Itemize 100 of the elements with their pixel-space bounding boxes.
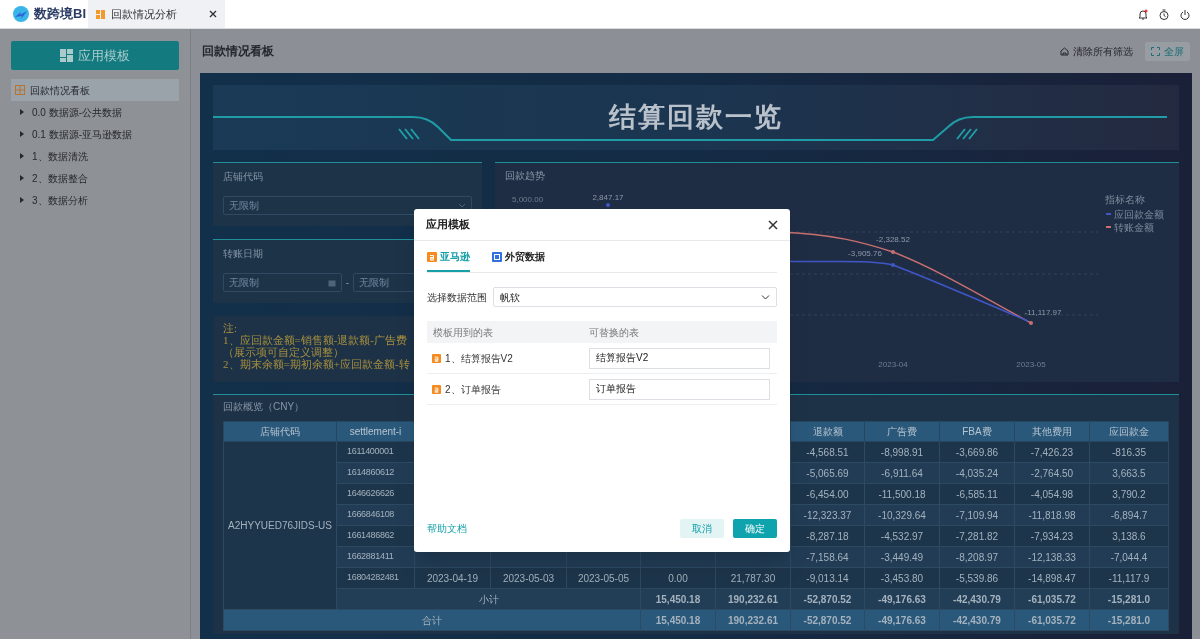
table-cell: -61,035.72 — [1014, 588, 1090, 610]
chevron-down-icon — [761, 294, 770, 300]
timer-icon[interactable] — [1159, 8, 1169, 20]
tree-item[interactable]: 0.1 数据源-亚马逊数据 — [11, 123, 179, 145]
dialog-title: 应用模板 — [426, 217, 470, 233]
filter-title: 转账日期 — [223, 247, 263, 261]
column-header: 店铺代码 — [223, 421, 337, 442]
range-separator: - — [345, 276, 350, 290]
table-cell: 15,450.18 — [640, 609, 716, 631]
table-cell: -7,158.64 — [790, 546, 865, 568]
clear-filters-button[interactable]: 清除所有筛选 — [1060, 41, 1133, 61]
table-cell: -6,911.64 — [864, 462, 940, 484]
table-cell: 2023-05-03 — [490, 567, 567, 589]
table-cell: -52,870.52 — [790, 609, 865, 631]
fullscreen-icon — [1151, 46, 1160, 56]
table-cell: -3,453.80 — [864, 567, 940, 589]
table-cell: -12,138.33 — [1014, 546, 1090, 568]
table-cell: -52,870.52 — [790, 588, 865, 610]
table-cell: 21,787.30 — [715, 567, 791, 589]
close-icon[interactable] — [209, 10, 217, 18]
page-title: 回款情况看板 — [202, 43, 274, 60]
table-cell: -61,035.72 — [1014, 609, 1090, 631]
chevron-down-icon — [458, 203, 466, 208]
table-input-field[interactable]: 结算报告V2 — [589, 347, 770, 369]
table-cell: 小计 — [336, 588, 641, 610]
column-header: FBA费 — [939, 421, 1015, 442]
table-cell: 3,790.2 — [1089, 483, 1169, 505]
table-cell: 190,232.61 — [715, 588, 791, 610]
table-cell: 2023-04-19 — [414, 567, 491, 589]
column-header: 广告费 — [864, 421, 940, 442]
power-icon[interactable] — [1180, 8, 1190, 20]
table-cell: -49,176.63 — [864, 588, 940, 610]
amazon-icon — [432, 384, 441, 394]
table-cell: -816.35 — [1089, 441, 1169, 463]
data-label: 2,847.17 — [592, 193, 624, 202]
table-cell: 3,138.6 — [1089, 525, 1169, 547]
table-cell: 15,450.18 — [640, 588, 716, 610]
close-icon[interactable] — [768, 219, 778, 230]
table-cell: -15,281.0 — [1089, 609, 1169, 631]
table-cell: 190,232.61 — [715, 609, 791, 631]
data-point — [1029, 321, 1033, 325]
table-cell: -7,934.23 — [1014, 525, 1090, 547]
table-cell: -2,764.50 — [1014, 462, 1090, 484]
chart-title: 回款趋势 — [505, 169, 545, 183]
table-cell: 3,663.5 — [1089, 462, 1169, 484]
confirm-button[interactable]: 确定 — [733, 518, 777, 538]
table-cell: -6,894.7 — [1089, 504, 1169, 526]
help-link[interactable]: 帮助文档 — [427, 520, 467, 536]
data-point — [891, 250, 895, 254]
table-name: 2、订单报告 — [445, 382, 501, 397]
axis-label: 2023-05 — [1016, 360, 1046, 369]
trade-icon — [492, 251, 502, 262]
tree-item[interactable]: 回款情况看板 — [11, 79, 179, 101]
table-cell: -8,998.91 — [864, 441, 940, 463]
logo-text: 数跨境BI — [34, 5, 86, 24]
dashboard-icon — [15, 85, 25, 95]
tree-item[interactable]: 0.0 数据源-公共数据 — [11, 101, 179, 123]
apply-template-button[interactable]: 应用模板 — [11, 41, 179, 70]
table-cell: -8,208.97 — [939, 546, 1015, 568]
logo-icon — [12, 5, 30, 23]
table-cell: -3,669.86 — [939, 441, 1015, 463]
table-cell: 合计 — [223, 609, 641, 631]
cancel-button[interactable]: 取消 — [680, 518, 724, 538]
calendar-icon — [327, 278, 336, 287]
column-header: 其他费用 — [1014, 421, 1090, 442]
table-cell: A2HYYUED76JIDS-US — [223, 441, 337, 610]
bell-icon[interactable] — [1138, 8, 1148, 20]
template-icon — [60, 49, 73, 62]
tree-item[interactable]: 3、数据分析 — [11, 189, 179, 211]
column-header: 可替换的表 — [589, 325, 639, 340]
table-cell: -42,430.79 — [939, 609, 1015, 631]
legend-label: 转账金额 — [1114, 222, 1154, 233]
date-field[interactable]: 无限制 — [223, 273, 342, 292]
table-cell: -7,109.94 — [939, 504, 1015, 526]
legend-label: 应回款金额 — [1114, 209, 1164, 220]
table-cell: -9,013.14 — [790, 567, 865, 589]
table-cell: -10,329.64 — [864, 504, 940, 526]
table-cell: -5,539.86 — [939, 567, 1015, 589]
column-header: 应回款金 — [1089, 421, 1169, 442]
table-cell: -42,430.79 — [939, 588, 1015, 610]
tab[interactable]: 回款情况分析 — [88, 0, 225, 28]
table-cell: 16804282481 — [336, 567, 415, 589]
tree-item[interactable]: 1、数据清洗 — [11, 145, 179, 167]
legend-title: 指标名称 — [1105, 194, 1145, 205]
table-input-field[interactable]: 订单报告 — [589, 378, 770, 400]
table-cell: -7,044.4 — [1089, 546, 1169, 568]
table-cell: -14,898.47 — [1014, 567, 1090, 589]
table-cell: -4,054.98 — [1014, 483, 1090, 505]
table-cell: -15,281.0 — [1089, 588, 1169, 610]
table-title: 回款概览（CNY） — [223, 400, 306, 414]
data-point — [606, 203, 610, 207]
tree-item[interactable]: 2、数据整合 — [11, 167, 179, 189]
tab[interactable]: 亚马逊 — [427, 249, 470, 272]
table-cell: -3,449.49 — [864, 546, 940, 568]
axis-label: 2023-04 — [878, 360, 908, 369]
tab[interactable]: 外贸数据 — [492, 249, 545, 272]
dropdown[interactable]: 帆软 — [493, 287, 777, 307]
data-label: -2,328.52 — [876, 235, 910, 244]
table-cell: -7,281.82 — [939, 525, 1015, 547]
data-label: -3,905.76 — [848, 249, 882, 258]
